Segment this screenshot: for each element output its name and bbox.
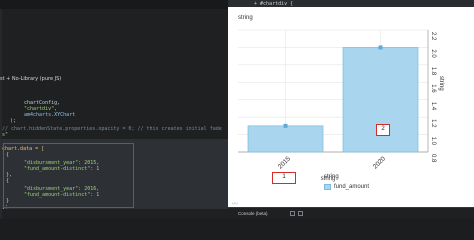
y-tick-label: 2.2 xyxy=(430,32,436,41)
code-editor[interactable]: st + No-Library (pure JS) chartConfig, "c… xyxy=(0,0,228,219)
x-tick-label: 2015 xyxy=(277,155,292,170)
annotation-box-1: 1 xyxy=(272,172,296,184)
console-bar[interactable]: Console (beta) xyxy=(228,207,474,219)
y-tick-label: 1.4 xyxy=(430,102,436,111)
bar-marker-2015 xyxy=(283,123,288,128)
y-tick-label: 1.0 xyxy=(430,137,436,146)
legend-entry-fund-amount: fund_amount xyxy=(334,184,370,190)
editor-top-bar xyxy=(0,0,228,9)
y-axis-label: string xyxy=(438,76,444,91)
x-tick-label: 2020 xyxy=(372,155,387,170)
annotation-box-2: 2 xyxy=(376,124,390,136)
bar-marker-2020 xyxy=(378,45,383,50)
y-tick-label: 2.0 xyxy=(430,49,436,58)
y-tick-label: 0.8 xyxy=(430,154,436,163)
y-tick-label: 1.8 xyxy=(430,67,436,76)
bar-2020 xyxy=(342,47,419,153)
bar-2015 xyxy=(247,125,324,153)
code-line: // chart.hiddenState.properties.opacity … xyxy=(2,126,222,132)
code-line: am4charts.XYChart xyxy=(24,112,76,118)
legend-title: string xyxy=(324,174,339,180)
y-tick-label: 1.2 xyxy=(430,119,436,128)
library-label: st + No-Library (pure JS) xyxy=(0,76,62,82)
code-line: ); xyxy=(10,118,17,124)
y-tick-label: 1.6 xyxy=(430,84,436,93)
console-tab[interactable]: Console (beta) xyxy=(238,211,268,216)
preview-pane: + #chartdiv { string 2015 2020 0.8 1.0 1.2 1.… xyxy=(228,0,474,219)
legend-swatch xyxy=(324,184,331,190)
chart-canvas: 2015 2020 0.8 1.0 1.2 1.4 1.6 1.8 2.0 2.2 string xyxy=(238,29,436,182)
code-line: s" xyxy=(2,132,9,138)
clear-console-icon[interactable] xyxy=(290,211,295,216)
console-settings-icon[interactable] xyxy=(298,211,303,216)
annotation-highlight-box xyxy=(3,143,134,208)
